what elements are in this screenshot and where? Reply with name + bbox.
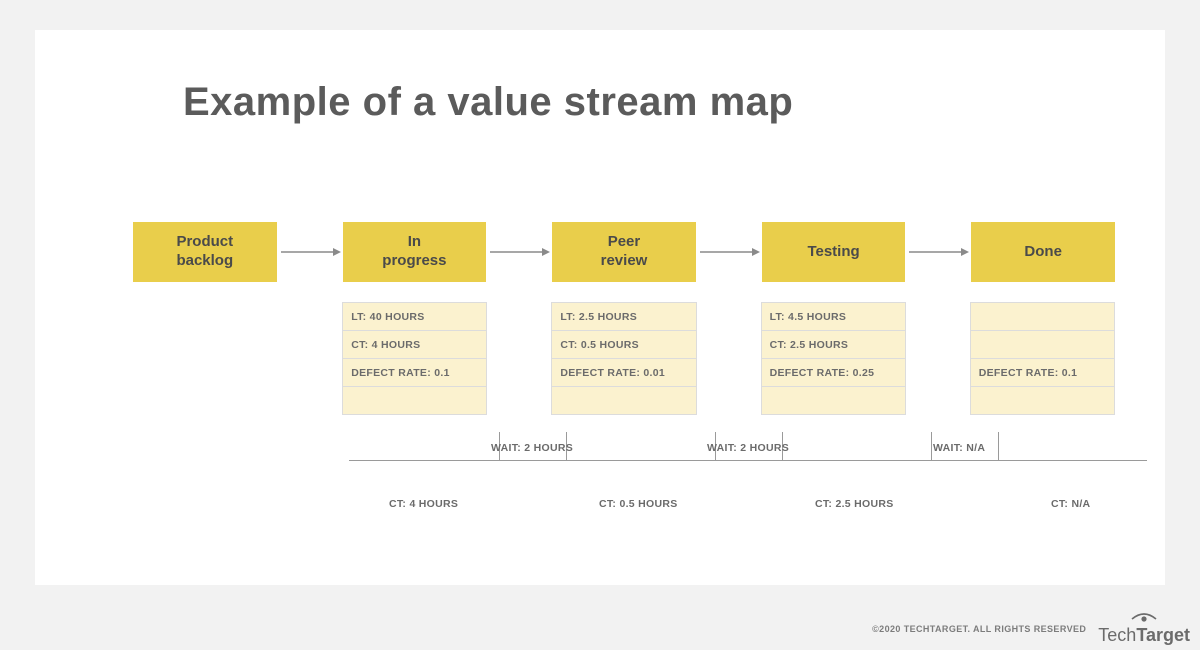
arrow-icon — [905, 222, 971, 282]
metric-empty — [761, 387, 906, 415]
metrics-col-3: LT: 4.5 HOURS CT: 2.5 HOURS DEFECT RATE:… — [761, 302, 906, 415]
eye-icon — [1130, 611, 1158, 623]
ct-label: CT: N/A — [1051, 498, 1090, 510]
stage-peer-review: Peer review — [552, 222, 696, 282]
footer: ©2020 TECHTARGET. ALL RIGHTS RESERVED Te… — [872, 611, 1190, 646]
metric-empty — [342, 387, 487, 415]
metric-ct: CT: 2.5 HOURS — [761, 331, 906, 359]
metric-defect: DEFECT RATE: 0.1 — [970, 359, 1115, 387]
metric-empty — [970, 302, 1115, 331]
diagram-panel: Example of a value stream map Product ba… — [35, 30, 1165, 585]
wait-label: WAIT: N/A — [933, 442, 985, 454]
metrics-col-0 — [133, 302, 278, 415]
arrow-icon — [696, 222, 762, 282]
metrics-col-2: LT: 2.5 HOURS CT: 0.5 HOURS DEFECT RATE:… — [551, 302, 696, 415]
ct-label: CT: 2.5 HOURS — [815, 498, 894, 510]
wait-label: WAIT: 2 HOURS — [707, 442, 789, 454]
metric-defect: DEFECT RATE: 0.25 — [761, 359, 906, 387]
ct-label: CT: 4 HOURS — [389, 498, 458, 510]
brand-logo: TechTarget — [1098, 611, 1190, 646]
metric-lt: LT: 2.5 HOURS — [551, 302, 696, 331]
metric-defect: DEFECT RATE: 0.01 — [551, 359, 696, 387]
metric-defect: DEFECT RATE: 0.1 — [342, 359, 487, 387]
metric-ct: CT: 0.5 HOURS — [551, 331, 696, 359]
stage-row: Product backlog In progress Peer review … — [133, 222, 1115, 282]
copyright-text: ©2020 TECHTARGET. ALL RIGHTS RESERVED — [872, 624, 1086, 634]
arrow-icon — [277, 222, 343, 282]
metric-empty — [551, 387, 696, 415]
diagram-title: Example of a value stream map — [183, 80, 793, 125]
metric-ct: CT: 4 HOURS — [342, 331, 487, 359]
stage-testing: Testing — [762, 222, 906, 282]
metric-empty — [970, 387, 1115, 415]
timeline-ct-segment — [565, 460, 715, 489]
timeline-ct-segment — [349, 460, 499, 489]
metrics-col-1: LT: 40 HOURS CT: 4 HOURS DEFECT RATE: 0.… — [342, 302, 487, 415]
metric-lt: LT: 4.5 HOURS — [761, 302, 906, 331]
arrow-icon — [486, 222, 552, 282]
stage-in-progress: In progress — [343, 222, 487, 282]
metric-empty — [970, 331, 1115, 359]
timeline-ct-segment — [781, 460, 931, 489]
stage-done: Done — [971, 222, 1115, 282]
timeline-ct-segment — [997, 460, 1147, 489]
ct-label: CT: 0.5 HOURS — [599, 498, 678, 510]
metrics-col-4: DEFECT RATE: 0.1 — [970, 302, 1115, 415]
wait-label: WAIT: 2 HOURS — [491, 442, 573, 454]
metric-lt: LT: 40 HOURS — [342, 302, 487, 331]
metrics-row: LT: 40 HOURS CT: 4 HOURS DEFECT RATE: 0.… — [133, 302, 1115, 415]
stage-product-backlog: Product backlog — [133, 222, 277, 282]
